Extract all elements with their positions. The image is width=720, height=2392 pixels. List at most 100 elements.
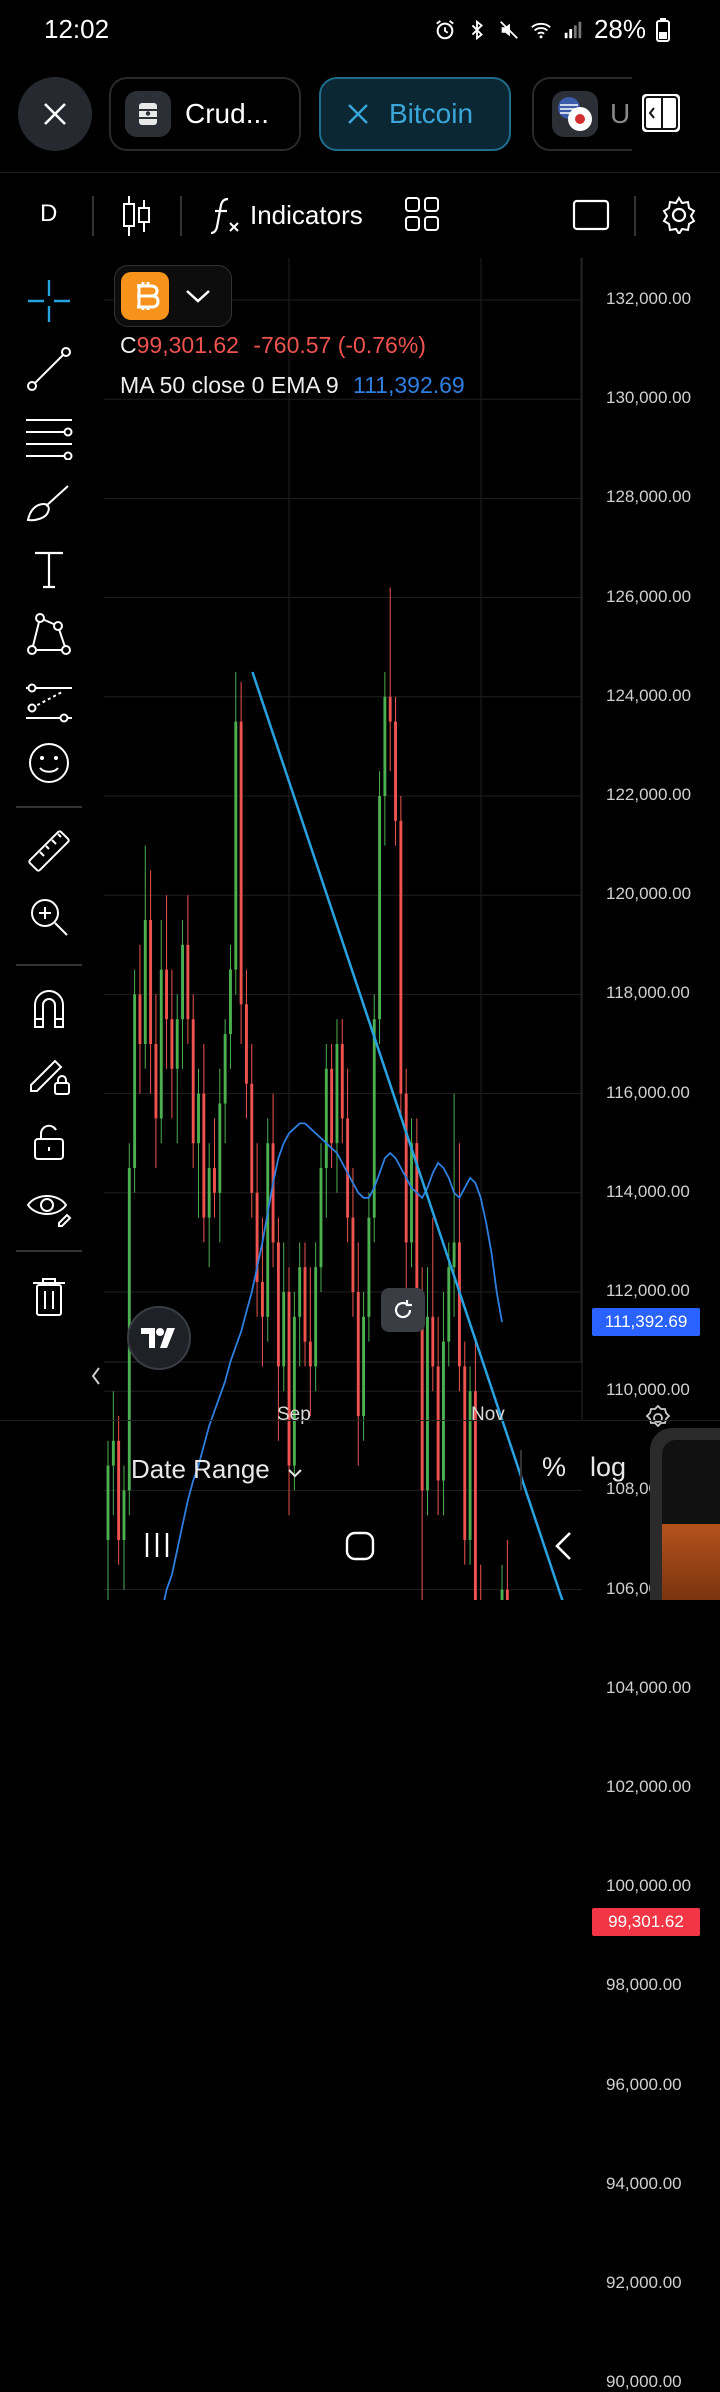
y-tick-label: 92,000.00	[606, 2273, 682, 2292]
candle-body	[314, 1267, 318, 1367]
candle-body	[234, 721, 238, 970]
candle-body	[165, 969, 169, 1020]
candle-body	[378, 796, 382, 1020]
candle-body	[340, 1044, 344, 1119]
candle-body	[143, 920, 147, 1044]
y-tick-label: 110,000.00	[606, 1380, 690, 1400]
candle-body	[388, 696, 392, 722]
date-range-label: Date Range	[131, 1454, 270, 1484]
candle-body	[298, 1267, 302, 1317]
candle-body	[346, 1118, 350, 1218]
x-tick-label: Sep	[277, 1404, 311, 1425]
candle-body	[191, 1019, 195, 1144]
candle-body	[335, 1044, 339, 1144]
candle-body	[239, 721, 243, 1005]
y-tick-label: 114,000.00	[606, 1181, 690, 1201]
candle-body	[170, 1019, 174, 1069]
change-value: -760.57 (-0.76%)	[253, 332, 426, 358]
y-tick-label: 130,000.00	[606, 388, 692, 408]
candle-body	[452, 1242, 456, 1268]
candle-body	[351, 1217, 355, 1292]
candle-body	[207, 1168, 211, 1218]
chevron-down-icon	[186, 290, 210, 303]
candle-body	[404, 1093, 408, 1243]
candle-body	[500, 1589, 504, 1600]
candle-body	[362, 1316, 366, 1416]
candle-body	[159, 969, 163, 1119]
candle-body	[319, 1168, 323, 1268]
close-prefix: C	[120, 332, 137, 358]
candle-body	[122, 1490, 126, 1540]
y-tick-label: 128,000.00	[606, 487, 692, 507]
close-value: 99,301.62	[136, 332, 239, 358]
candle-body	[367, 1217, 371, 1317]
candle-body	[410, 1143, 413, 1243]
candle-body	[308, 1341, 312, 1367]
current-price-badge: 99,301.62	[592, 1907, 700, 1936]
ohlc-legend: C99,301.62 -760.57 (-0.76%)	[120, 332, 426, 359]
tradingview-logo-icon	[141, 1328, 175, 1348]
candle-body	[394, 721, 397, 821]
candle-body	[111, 1440, 115, 1466]
candle-body	[181, 944, 184, 1020]
date-range-button[interactable]: Date Range	[131, 1454, 303, 1485]
floating-preview-window[interactable]	[650, 1428, 720, 1600]
candle-body	[117, 1440, 121, 1540]
candle-body	[292, 1316, 296, 1466]
ma-price-badge: 111,392.69	[592, 1308, 700, 1337]
candle-body	[287, 1292, 291, 1466]
candle-body	[149, 920, 153, 1044]
ma-legend[interactable]: MA 50 close 0 EMA 9 111,392.69	[120, 372, 465, 399]
candle-body	[133, 994, 137, 1168]
candle-body	[266, 1143, 270, 1317]
candle-body	[426, 1316, 429, 1491]
candle-body	[260, 1282, 264, 1317]
y-tick-label: 98,000.00	[606, 1975, 682, 1995]
symbol-selector[interactable]	[114, 265, 232, 327]
y-tick-label: 124,000.00	[606, 685, 692, 705]
y-tick-label: 94,000.00	[606, 2173, 682, 2193]
y-tick-label: 116,000.00	[606, 1082, 690, 1102]
recent-apps-button[interactable]	[142, 1530, 172, 1560]
y-tick-label: 132,000.00	[606, 289, 692, 308]
candle-body	[505, 1589, 509, 1600]
log-toggle[interactable]: log	[590, 1452, 626, 1483]
candle-body	[223, 1034, 227, 1104]
candle-body	[229, 969, 232, 1035]
y-tick-label: 122,000.00	[606, 785, 692, 804]
candle-body	[447, 1267, 451, 1342]
y-tick-label: 120,000.00	[606, 884, 692, 904]
x-tick-label: Nov	[471, 1404, 505, 1425]
home-button[interactable]	[344, 1530, 376, 1562]
candle-body	[303, 1267, 307, 1342]
reset-chart-button[interactable]	[381, 1288, 425, 1332]
candle-body	[138, 994, 142, 1044]
bitcoin-icon	[121, 272, 169, 320]
candle-body	[383, 696, 387, 796]
candle-body	[431, 1316, 435, 1367]
candle-body	[154, 1044, 158, 1119]
candle-body	[457, 1242, 461, 1367]
y-tick-label: 90,000.00	[606, 2372, 682, 2392]
bottom-divider	[520, 1450, 522, 1490]
candle-body	[324, 1068, 328, 1168]
bottom-divider	[0, 1420, 720, 1421]
y-tick-label: 126,000.00	[606, 586, 692, 606]
candle-body	[436, 1366, 440, 1481]
tradingview-logo[interactable]	[127, 1306, 191, 1370]
y-tick-label: 100,000.00	[606, 1876, 692, 1896]
candle-body	[202, 1093, 206, 1218]
chevron-down-icon	[288, 1469, 302, 1478]
candle-body	[282, 1292, 286, 1367]
percent-toggle[interactable]: %	[542, 1452, 566, 1483]
ma-value: 111,392.69	[353, 372, 465, 398]
candle-body	[442, 1341, 445, 1481]
y-tick-label: 96,000.00	[606, 2074, 682, 2094]
candle-body	[276, 1242, 280, 1367]
y-tick-label: 118,000.00	[606, 983, 690, 1003]
candle-body	[218, 1103, 222, 1193]
back-button[interactable]	[552, 1530, 574, 1562]
candle-body	[399, 820, 403, 1094]
candle-body	[250, 1083, 254, 1193]
candle-body	[175, 1019, 179, 1069]
